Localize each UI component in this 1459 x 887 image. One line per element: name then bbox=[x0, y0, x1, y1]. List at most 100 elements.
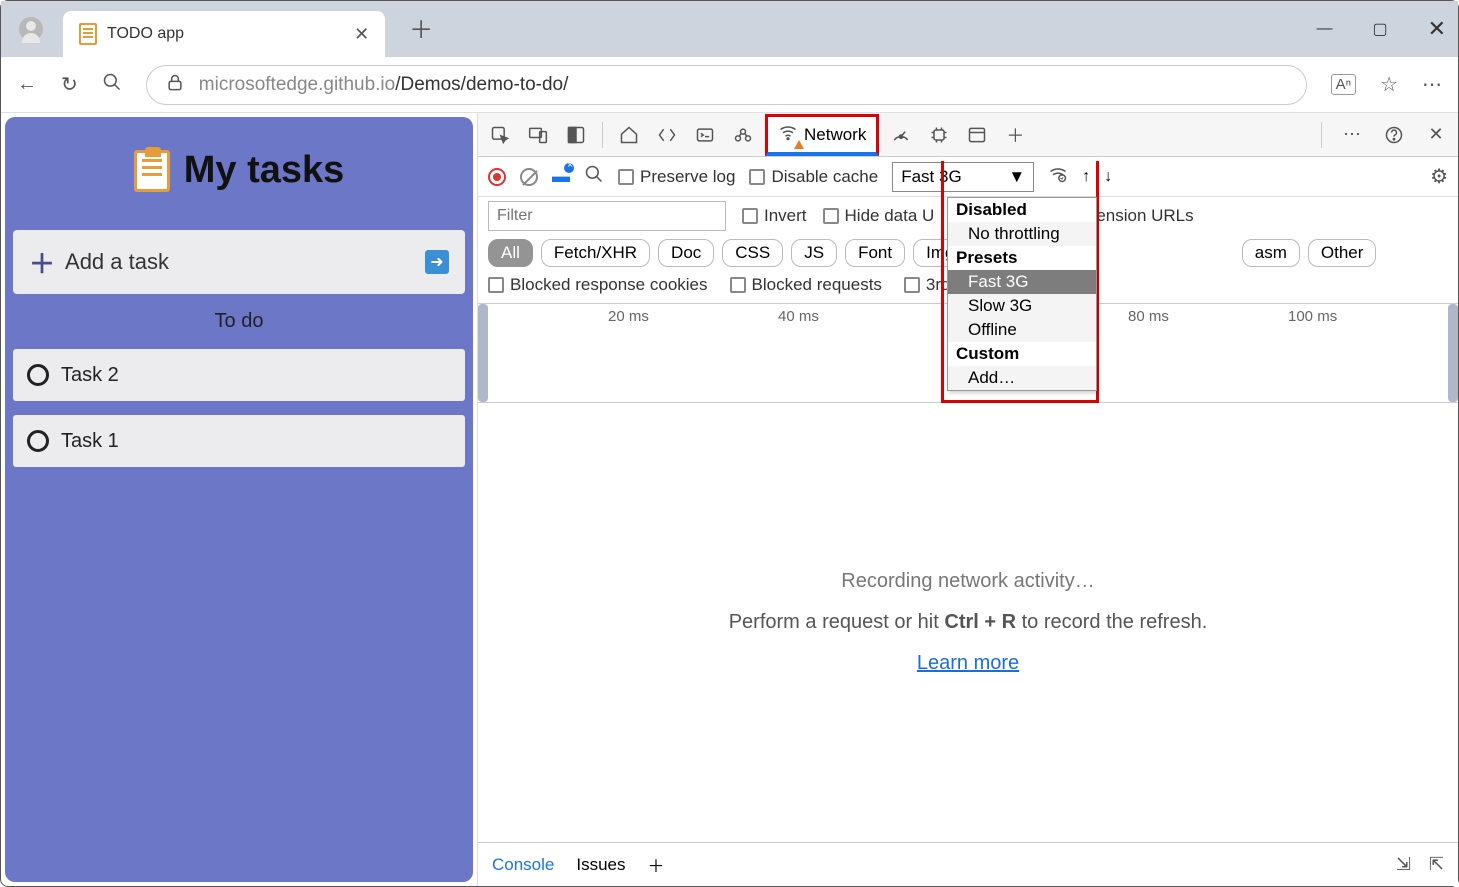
third-party-checkbox[interactable]: 3rd bbox=[904, 275, 951, 295]
checkbox-icon[interactable] bbox=[27, 430, 49, 452]
blocked-cookies-checkbox[interactable]: Blocked response cookies bbox=[488, 275, 708, 295]
refresh-button[interactable]: ↻ bbox=[61, 72, 78, 97]
export-icon[interactable]: ↓ bbox=[1104, 168, 1112, 186]
add-task-input[interactable]: ＋ Add a task ➜ bbox=[13, 230, 465, 294]
chevron-down-icon: ▼ bbox=[1008, 167, 1025, 187]
preserve-log-checkbox[interactable]: Preserve log bbox=[618, 167, 735, 187]
close-window-icon[interactable]: ✕ bbox=[1428, 16, 1446, 42]
record-button[interactable] bbox=[488, 168, 506, 186]
hide-ext-urls-label: ension URLs bbox=[1096, 206, 1193, 226]
dd-disabled-header: Disabled bbox=[948, 198, 1096, 222]
plus-icon: ＋ bbox=[29, 244, 55, 281]
url-field[interactable]: microsoftedge.github.io/Demos/demo-to-do… bbox=[146, 65, 1307, 105]
more-tabs-icon[interactable]: ＋ bbox=[999, 119, 1031, 151]
more-icon[interactable]: ⋯ bbox=[1422, 72, 1442, 97]
maximize-icon[interactable]: ▢ bbox=[1372, 19, 1387, 39]
dd-presets-header: Presets bbox=[948, 246, 1096, 270]
device-icon[interactable] bbox=[522, 119, 554, 151]
address-bar: ← ↻ microsoftedge.github.io/Demos/demo-t… bbox=[1, 57, 1458, 113]
chip-css[interactable]: CSS bbox=[722, 239, 783, 267]
drawer-add-icon[interactable]: ＋ bbox=[648, 852, 665, 877]
network-tab-label: Network bbox=[804, 125, 866, 145]
task-label: Task 2 bbox=[61, 364, 119, 387]
throttling-dropdown: Disabled No throttling Presets Fast 3G S… bbox=[947, 197, 1097, 391]
chip-doc[interactable]: Doc bbox=[658, 239, 714, 267]
devtools-close-icon[interactable]: ✕ bbox=[1420, 119, 1452, 151]
dd-offline[interactable]: Offline bbox=[948, 318, 1096, 342]
back-button[interactable]: ← bbox=[17, 73, 37, 96]
application-icon[interactable] bbox=[961, 119, 993, 151]
chip-js[interactable]: JS bbox=[791, 239, 837, 267]
devtools-tabstrip: Network ＋ ⋯ ✕ bbox=[478, 113, 1458, 157]
lock-icon bbox=[165, 73, 185, 97]
todo-section-label: To do bbox=[13, 302, 465, 341]
network-conditions-icon[interactable] bbox=[1048, 164, 1068, 189]
clear-button[interactable] bbox=[520, 168, 538, 186]
clipboard-icon bbox=[134, 150, 170, 192]
sources-icon[interactable] bbox=[727, 119, 759, 151]
drawer-expand-icon[interactable]: ⇱ bbox=[1429, 854, 1444, 875]
memory-icon[interactable] bbox=[923, 119, 955, 151]
browser-tab[interactable]: TODO app ✕ bbox=[63, 11, 385, 57]
dock-icon[interactable] bbox=[560, 119, 592, 151]
network-toolbar: ▬ Preserve log Disable cache Fast 3G▼ ↑ … bbox=[478, 157, 1458, 197]
chip-wasm[interactable]: asm bbox=[1242, 239, 1300, 267]
url-text: microsoftedge.github.io/Demos/demo-to-do… bbox=[199, 74, 569, 96]
chip-fetch[interactable]: Fetch/XHR bbox=[541, 239, 650, 267]
devtools-drawer: Console Issues ＋ ⇲ ⇱ bbox=[478, 842, 1458, 886]
throttling-select[interactable]: Fast 3G▼ bbox=[892, 162, 1034, 192]
task-item[interactable]: Task 2 bbox=[13, 349, 465, 401]
devtools-more-icon[interactable]: ⋯ bbox=[1336, 119, 1368, 151]
filter-input[interactable] bbox=[488, 201, 726, 231]
network-tab[interactable]: Network bbox=[765, 114, 879, 156]
invert-checkbox[interactable]: Invert bbox=[742, 206, 807, 226]
network-empty-state: Recording network activity… Perform a re… bbox=[478, 403, 1458, 842]
todo-app: My tasks ＋ Add a task ➜ To do Task 2 Tas… bbox=[5, 117, 473, 882]
dd-no-throttling[interactable]: No throttling bbox=[948, 222, 1096, 246]
new-tab-button[interactable]: ＋ bbox=[409, 10, 433, 45]
disable-cache-checkbox[interactable]: Disable cache bbox=[749, 167, 878, 187]
search-button[interactable] bbox=[102, 72, 122, 98]
elements-icon[interactable] bbox=[651, 119, 683, 151]
devtools-help-icon[interactable] bbox=[1378, 119, 1410, 151]
drawer-console-tab[interactable]: Console bbox=[492, 855, 554, 875]
favorite-icon[interactable]: ☆ bbox=[1380, 72, 1398, 97]
window-controls: — ▢ ✕ bbox=[1316, 1, 1446, 57]
hide-data-urls-checkbox[interactable]: Hide data U bbox=[823, 206, 935, 226]
filter-toggle-icon[interactable]: ▬ bbox=[552, 166, 570, 187]
performance-icon[interactable] bbox=[885, 119, 917, 151]
tab-title: TODO app bbox=[107, 25, 184, 43]
wifi-warning-icon bbox=[778, 122, 798, 147]
task-label: Task 1 bbox=[61, 430, 119, 453]
dd-fast-3g[interactable]: Fast 3G bbox=[948, 270, 1096, 294]
add-task-placeholder: Add a task bbox=[65, 249, 415, 275]
timeline-handle-right[interactable] bbox=[1448, 304, 1458, 402]
drawer-collapse-icon[interactable]: ⇲ bbox=[1396, 854, 1411, 875]
chip-font[interactable]: Font bbox=[845, 239, 905, 267]
inspect-icon[interactable] bbox=[484, 119, 516, 151]
dd-add[interactable]: Add… bbox=[948, 366, 1096, 390]
dd-slow-3g[interactable]: Slow 3G bbox=[948, 294, 1096, 318]
profile-avatar[interactable] bbox=[19, 17, 43, 41]
console-icon[interactable] bbox=[689, 119, 721, 151]
checkbox-icon[interactable] bbox=[27, 364, 49, 386]
browser-titlebar: TODO app ✕ ＋ — ▢ ✕ bbox=[1, 1, 1458, 57]
import-icon[interactable]: ↑ bbox=[1082, 168, 1090, 186]
chip-other[interactable]: Other bbox=[1308, 239, 1377, 267]
timeline-handle-left[interactable] bbox=[478, 304, 488, 402]
task-item[interactable]: Task 1 bbox=[13, 415, 465, 467]
settings-icon[interactable]: ⚙ bbox=[1430, 164, 1448, 189]
learn-more-link[interactable]: Learn more bbox=[917, 652, 1019, 675]
dd-custom-header: Custom bbox=[948, 342, 1096, 366]
read-aloud-icon[interactable]: Aⁿ bbox=[1331, 74, 1356, 95]
submit-task-icon[interactable]: ➜ bbox=[425, 250, 449, 274]
drawer-issues-tab[interactable]: Issues bbox=[576, 855, 625, 875]
hint-text: Perform a request or hit Ctrl + R to rec… bbox=[729, 611, 1208, 634]
welcome-icon[interactable] bbox=[613, 119, 645, 151]
blocked-requests-checkbox[interactable]: Blocked requests bbox=[730, 275, 882, 295]
search-icon[interactable] bbox=[584, 164, 604, 189]
tab-close-icon[interactable]: ✕ bbox=[354, 24, 369, 45]
chip-all[interactable]: All bbox=[488, 239, 533, 267]
notepad-icon bbox=[79, 23, 97, 45]
minimize-icon[interactable]: — bbox=[1316, 20, 1332, 38]
